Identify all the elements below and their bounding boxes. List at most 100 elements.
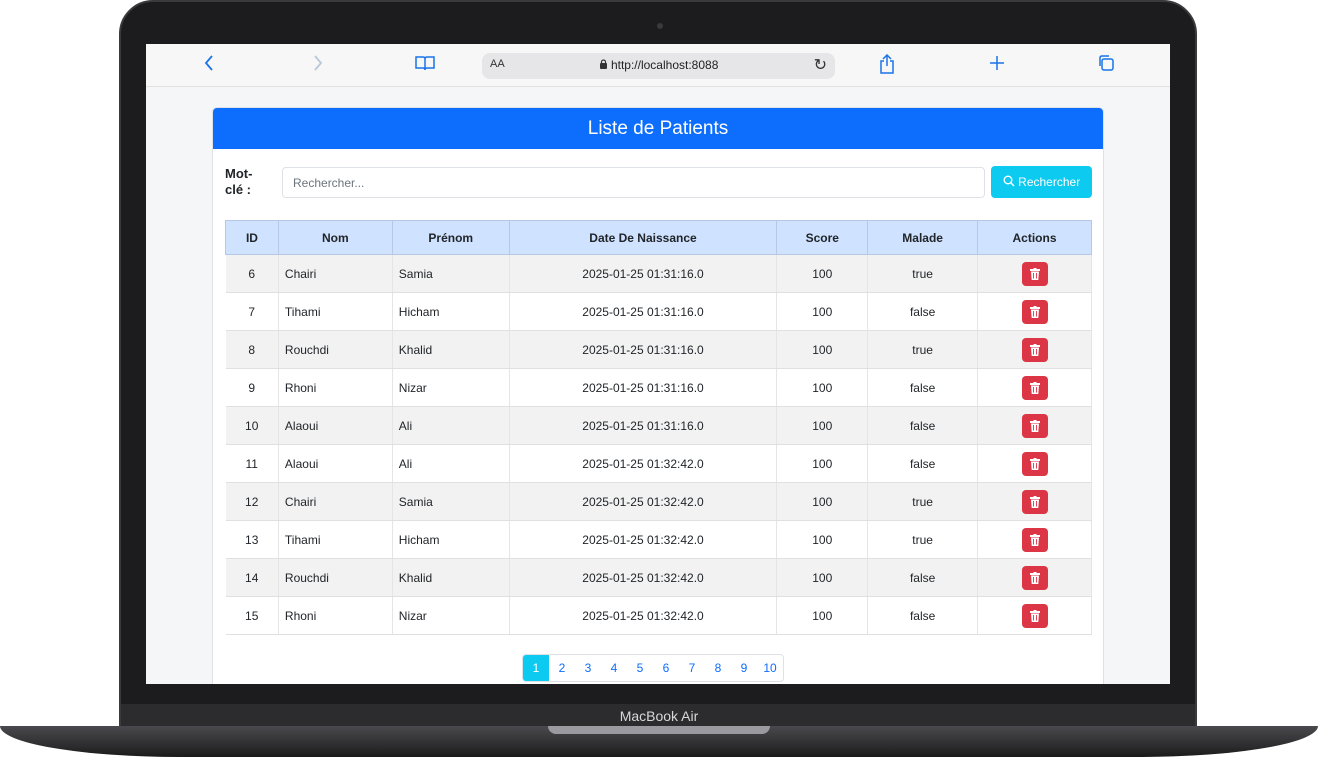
page-link-9[interactable]: 9 (731, 655, 757, 681)
cell-actions (977, 444, 1092, 483)
search-label: Mot-clé : (225, 166, 253, 197)
cell-date: 2025-01-25 01:32:42.0 (509, 482, 778, 521)
cell-date: 2025-01-25 01:32:42.0 (509, 444, 778, 483)
cell-prenom: Ali (392, 444, 510, 483)
cell-id: 11 (225, 444, 279, 483)
search-form: Mot-clé : Rechercher (225, 166, 1093, 204)
delete-button[interactable] (1021, 603, 1048, 628)
cell-malade: false (867, 558, 979, 597)
page-link-4[interactable]: 4 (601, 655, 627, 681)
card-title: Liste de Patients (213, 108, 1103, 149)
lock-icon (599, 59, 607, 69)
cell-score: 100 (776, 596, 869, 635)
delete-button[interactable] (1021, 565, 1048, 590)
cell-malade: false (867, 292, 979, 331)
cell-actions (977, 596, 1092, 635)
url-text: http://localhost:8088 (482, 58, 835, 72)
delete-button[interactable] (1021, 299, 1048, 324)
page-link-6[interactable]: 6 (653, 655, 679, 681)
page-link-8[interactable]: 8 (705, 655, 731, 681)
table-row: 6 Chairi Samia 2025-01-25 01:31:16.0 100 true (225, 254, 1092, 293)
cell-date: 2025-01-25 01:31:16.0 (509, 254, 778, 293)
header-malade: Malade (867, 220, 979, 255)
base-notch (548, 726, 770, 734)
cell-date: 2025-01-25 01:31:16.0 (509, 292, 778, 331)
cell-prenom: Ali (392, 406, 510, 445)
url-label: http://localhost:8088 (610, 58, 719, 72)
cell-actions (977, 406, 1092, 445)
cell-prenom: Nizar (392, 596, 510, 635)
cell-malade: true (867, 520, 979, 559)
trash-icon (1029, 305, 1040, 318)
cell-malade: false (867, 444, 979, 483)
cell-malade: false (867, 406, 979, 445)
trash-icon (1029, 495, 1040, 508)
cell-nom: Rouchdi (278, 558, 393, 597)
page-link-5[interactable]: 5 (627, 655, 653, 681)
cell-id: 7 (225, 292, 279, 331)
table-row: 14 Rouchdi Khalid 2025-01-25 01:32:42.0 100 f… (225, 558, 1092, 597)
trash-icon (1029, 609, 1040, 622)
page-link-3[interactable]: 3 (575, 655, 601, 681)
patients-table-body: 6 Chairi Samia 2025-01-25 01:31:16.0 100 true… (225, 254, 1092, 635)
page-link-2[interactable]: 2 (549, 655, 575, 681)
header-score: Score (776, 220, 869, 255)
page-link-1[interactable]: 1 (523, 655, 549, 681)
header-nom: Nom (277, 220, 393, 255)
table-row: 12 Chairi Samia 2025-01-25 01:32:42.0 100 tru… (225, 482, 1092, 521)
table-row: 8 Rouchdi Khalid 2025-01-25 01:31:16.0 100 tr… (225, 330, 1092, 369)
cell-nom: Alaoui (278, 406, 393, 445)
cell-score: 100 (776, 330, 869, 369)
cell-nom: Rouchdi (278, 330, 393, 369)
cell-nom: Alaoui (278, 444, 393, 483)
delete-button[interactable] (1021, 375, 1048, 400)
trash-icon (1029, 267, 1040, 280)
new-tab-icon[interactable] (986, 54, 1008, 76)
share-icon[interactable] (876, 53, 898, 76)
device-label: MacBook Air (619, 708, 699, 724)
cell-id: 14 (225, 558, 279, 597)
cell-id: 9 (225, 368, 279, 407)
cell-actions (977, 558, 1092, 597)
trash-icon (1029, 571, 1040, 584)
table-header-row: ID Nom Prénom Date De Naissance Score Ma… (225, 220, 1092, 255)
table-row: 11 Alaoui Ali 2025-01-25 01:32:42.0 100 false (225, 444, 1092, 483)
cell-date: 2025-01-25 01:32:42.0 (509, 558, 778, 597)
cell-nom: Tihami (278, 292, 393, 331)
cell-score: 100 (776, 254, 869, 293)
table-row: 10 Alaoui Ali 2025-01-25 01:31:16.0 100 false (225, 406, 1092, 445)
cell-prenom: Samia (392, 482, 510, 521)
cell-id: 15 (225, 596, 279, 635)
cell-prenom: Samia (392, 254, 510, 293)
search-button[interactable]: Rechercher (991, 166, 1092, 198)
cell-prenom: Hicham (392, 520, 510, 559)
cell-prenom: Khalid (392, 558, 510, 597)
delete-button[interactable] (1021, 489, 1048, 514)
table-row: 7 Tihami Hicham 2025-01-25 01:31:16.0 100 fal… (225, 292, 1092, 331)
reload-icon[interactable]: ↻ (814, 55, 827, 75)
cell-score: 100 (776, 444, 869, 483)
bookmarks-icon[interactable] (414, 54, 436, 76)
tabs-overview-icon[interactable] (1095, 54, 1117, 76)
cell-score: 100 (776, 406, 869, 445)
back-icon[interactable] (198, 54, 220, 76)
header-actions: Actions (977, 220, 1092, 255)
table-row: 9 Rhoni Nizar 2025-01-25 01:31:16.0 100 false (225, 368, 1092, 407)
delete-button[interactable] (1021, 527, 1048, 552)
table-row: 13 Tihami Hicham 2025-01-25 01:32:42.0 100 tr… (225, 520, 1092, 559)
page-link-10[interactable]: 10 (757, 655, 783, 681)
page-link-7[interactable]: 7 (679, 655, 705, 681)
forward-icon[interactable] (307, 54, 329, 76)
delete-button[interactable] (1021, 337, 1048, 362)
cell-score: 100 (776, 292, 869, 331)
delete-button[interactable] (1021, 261, 1048, 286)
delete-button[interactable] (1021, 413, 1048, 438)
cell-actions (977, 330, 1092, 369)
cell-id: 6 (225, 254, 279, 293)
cell-id: 10 (225, 406, 279, 445)
cell-prenom: Hicham (392, 292, 510, 331)
cell-malade: true (867, 254, 979, 293)
address-bar[interactable]: AA http://localhost:8088 ↻ (482, 53, 835, 79)
search-input[interactable] (282, 167, 985, 198)
delete-button[interactable] (1021, 451, 1048, 476)
